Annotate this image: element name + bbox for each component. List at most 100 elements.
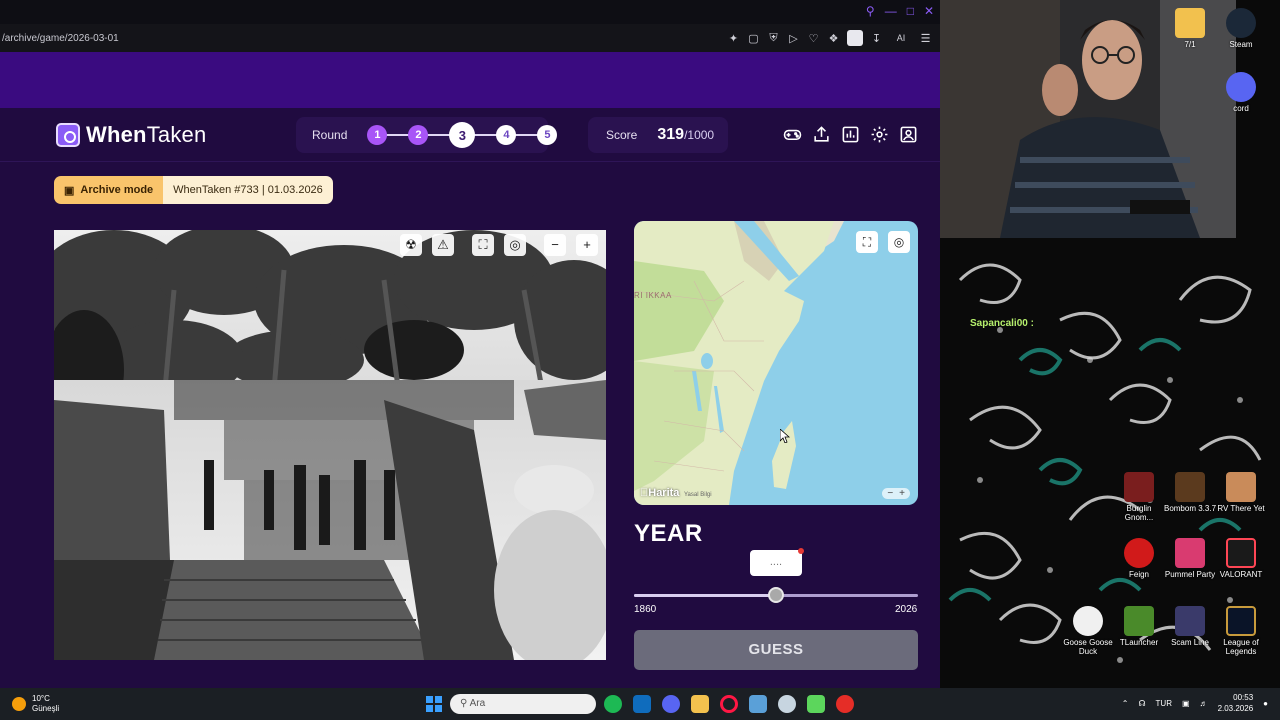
microphone-icon[interactable]: ☊ xyxy=(1138,699,1145,708)
app-header: WhenTaken Round 1 2 3 4 5 Score 319 /100… xyxy=(0,108,940,162)
search-icon[interactable]: ⚲ xyxy=(866,4,875,18)
year-slider-handle[interactable] xyxy=(768,587,784,603)
sun-icon xyxy=(12,697,26,711)
menu-icon[interactable]: ☰ xyxy=(919,32,932,45)
puzzle-icon[interactable]: ❖ xyxy=(827,32,840,45)
profile-icon[interactable] xyxy=(899,125,918,144)
share-icon[interactable] xyxy=(812,125,831,144)
valorant-icon xyxy=(1226,538,1256,568)
browser-window: ⚲ — □ ✕ /archive/game/2026-03-01 ✦ ▢ ⛨ ▷… xyxy=(0,0,940,688)
year-input-value: .... xyxy=(769,556,783,568)
desktop-icon-feign[interactable]: Feign xyxy=(1112,538,1166,579)
map-fullscreen-icon[interactable]: ⛶ xyxy=(856,231,878,253)
guess-map[interactable]: RI IKKAA ⛶ ◎ Harita Yasal Bilgi − + xyxy=(634,221,918,505)
desktop-icon-rv-there-yet[interactable]: RV There Yet xyxy=(1214,472,1268,513)
clock[interactable]: 00:53 2.03.2026 xyxy=(1218,692,1254,714)
feign-icon xyxy=(1124,538,1154,568)
zoom-in-icon[interactable]: + xyxy=(576,234,598,256)
header-icons xyxy=(783,125,918,144)
notification-icon[interactable]: ● xyxy=(1263,699,1268,708)
screenshot-icon[interactable]: ▢ xyxy=(747,32,760,45)
map-zoom-out-icon[interactable]: − xyxy=(887,488,893,499)
weather-widget[interactable]: 10°C Güneşli xyxy=(12,694,59,714)
maximize-icon[interactable]: □ xyxy=(907,4,914,18)
logo[interactable]: WhenTaken xyxy=(56,122,206,148)
ai-button[interactable]: AI xyxy=(890,33,912,43)
desktop-icon-goose-goose-duck[interactable]: Goose Goose Duck xyxy=(1061,606,1115,656)
close-icon[interactable]: ✕ xyxy=(924,4,934,18)
screen: ⚲ — □ ✕ /archive/game/2026-03-01 ✦ ▢ ⛨ ▷… xyxy=(0,0,1280,720)
round-dot-3-current: 3 xyxy=(449,122,476,148)
map-toolbar: ⛶ ◎ xyxy=(856,231,910,253)
report-warning-icon[interactable]: ⚠ xyxy=(432,234,454,256)
stats-icon[interactable] xyxy=(841,125,860,144)
discord-taskbar-icon[interactable] xyxy=(662,695,680,713)
network-icon[interactable]: ▣ xyxy=(1182,699,1190,708)
round-dot-4: 4 xyxy=(496,125,517,145)
year-slider-min: 1860 xyxy=(634,604,657,615)
logo-camera-icon xyxy=(56,123,80,147)
outlook-icon[interactable] xyxy=(633,695,651,713)
year-input[interactable]: .... xyxy=(750,548,804,576)
settings-gear-icon[interactable] xyxy=(870,125,889,144)
volume-icon[interactable]: ♬ xyxy=(1200,699,1208,708)
file-explorer-icon[interactable] xyxy=(691,695,709,713)
hint-lightbulb-icon[interactable]: ☢ xyxy=(400,234,422,256)
historical-photo[interactable]: ☢ ⚠ ⛶ ◎ − + xyxy=(54,230,606,660)
desktop-icon-discord[interactable]: cord xyxy=(1214,72,1268,113)
desktop-icon-scam-line[interactable]: Scam Line xyxy=(1163,606,1217,647)
desktop-icon-burglin-gnomes[interactable]: Burglin Gnom... xyxy=(1112,472,1166,522)
browser-titlebar: ⚲ — □ ✕ xyxy=(0,0,940,24)
desktop-icon-label: League of Legends xyxy=(1223,638,1259,656)
zoom-out-icon[interactable]: − xyxy=(544,234,566,256)
focus-icon[interactable]: ◎ xyxy=(504,234,526,256)
round-dot-5: 5 xyxy=(537,125,558,145)
system-tray: ⌃ ☊ TUR ▣ ♬ 00:53 2.03.2026 ● xyxy=(1122,692,1268,714)
minimize-icon[interactable]: — xyxy=(885,4,897,18)
weather-desc: Güneşli xyxy=(32,704,60,713)
desktop-icon-league-of-legends[interactable]: League of Legends xyxy=(1214,606,1268,656)
taskbar: 10°C Güneşli ⚲ Ara ⌃ ☊ TUR ▣ ♬ 00:53 2.0 xyxy=(0,688,1280,720)
map-zoom-in-icon[interactable]: + xyxy=(899,488,905,499)
language-indicator[interactable]: TUR xyxy=(1156,699,1172,708)
youtube-icon[interactable] xyxy=(836,695,854,713)
chat-message: Sapancali00 : xyxy=(970,318,1034,329)
desktop-icon-label: Scam Line xyxy=(1171,638,1209,647)
heart-icon[interactable]: ♡ xyxy=(807,32,820,45)
archive-calendar-icon: ▣ xyxy=(64,184,75,197)
tray-chevron-icon[interactable]: ⌃ xyxy=(1122,699,1129,708)
game-launcher-icon[interactable] xyxy=(807,695,825,713)
map-legal-link[interactable]: Yasal Bilgi xyxy=(684,492,712,498)
guess-button[interactable]: GUESS xyxy=(634,630,918,670)
desktop-icon-tlauncher[interactable]: TLauncher xyxy=(1112,606,1166,647)
desktop-icon-pummel-party[interactable]: Pummel Party xyxy=(1163,538,1217,579)
gamepad-icon[interactable] xyxy=(783,125,802,144)
pin-icon[interactable]: ✦ xyxy=(727,32,740,45)
shield-icon[interactable]: ⛨ xyxy=(767,32,780,45)
map-tiles xyxy=(634,221,844,505)
app-icon[interactable] xyxy=(749,695,767,713)
windows-start-icon[interactable] xyxy=(426,696,442,712)
desktop-icon-valorant[interactable]: VALORANT xyxy=(1214,538,1268,579)
spotify-icon[interactable] xyxy=(604,695,622,713)
fullscreen-icon[interactable]: ⛶ xyxy=(472,234,494,256)
download-icon[interactable]: ↧ xyxy=(870,32,883,45)
chat-username: Sapancali00 : xyxy=(970,318,1034,329)
taskbar-search[interactable]: ⚲ Ara xyxy=(450,694,596,714)
play-icon[interactable]: ▷ xyxy=(787,32,800,45)
discord-icon xyxy=(1226,72,1256,102)
taskbar-search-placeholder: Ara xyxy=(469,698,486,709)
desktop-icon-folder[interactable]: 7/1 xyxy=(1163,8,1217,49)
desktop-icon-label: Goose Goose Duck xyxy=(1063,638,1113,656)
archive-info: WhenTaken #733 | 01.03.2026 xyxy=(163,176,333,204)
steam-taskbar-icon[interactable] xyxy=(778,695,796,713)
address-bar[interactable]: /archive/game/2026-03-01 ✦ ▢ ⛨ ▷ ♡ ❖ ↧ A… xyxy=(0,24,940,52)
desktop-icon-steam[interactable]: Steam xyxy=(1214,8,1268,49)
opera-gx-icon[interactable] xyxy=(720,695,738,713)
desktop-icon-bombom[interactable]: Bombom 3.3.7 xyxy=(1163,472,1217,513)
weather-text: 10°C Güneşli xyxy=(32,694,59,714)
url-text[interactable]: /archive/game/2026-03-01 xyxy=(0,33,119,44)
map-brand-label: Harita xyxy=(640,487,679,499)
map-focus-icon[interactable]: ◎ xyxy=(888,231,910,253)
profile-avatar[interactable] xyxy=(847,30,863,46)
